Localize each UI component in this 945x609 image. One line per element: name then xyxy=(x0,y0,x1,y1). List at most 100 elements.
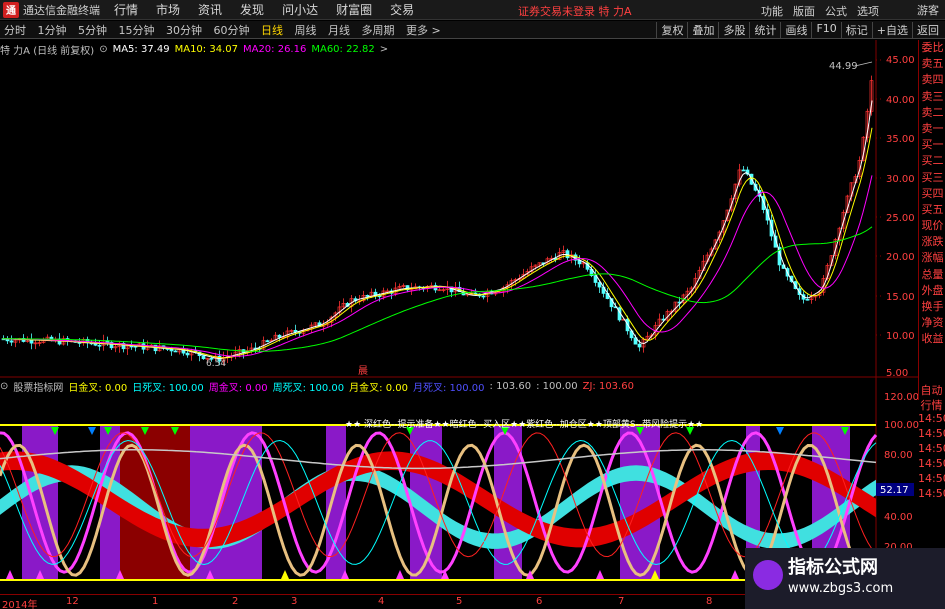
candlesticks xyxy=(1,75,874,366)
date-tick: 2014年 xyxy=(2,600,38,609)
candle-body xyxy=(185,352,190,356)
sidebar-item[interactable]: 卖二 xyxy=(919,105,945,121)
price-tick: 5.00 xyxy=(886,368,908,379)
candle-body xyxy=(805,298,810,301)
auto-quote-label[interactable]: 行情 xyxy=(918,397,945,412)
date-tick: 12 xyxy=(66,596,79,607)
site-watermark: 指标公式网 www.zbgs3.com xyxy=(745,548,945,609)
watermark-url: www.zbgs3.com xyxy=(788,581,894,596)
indicator-item: 周死叉: 100.00 xyxy=(272,382,345,394)
price-tick: 40.00 xyxy=(886,95,915,106)
date-tick: 4 xyxy=(378,596,385,607)
sidebar-item[interactable]: 卖三 xyxy=(919,89,945,105)
candle-body xyxy=(365,294,370,297)
candle-body xyxy=(637,343,642,348)
date-tick: 2 xyxy=(232,596,239,607)
ma10-line xyxy=(2,127,873,359)
candle-body xyxy=(265,340,270,343)
sidebar-item[interactable]: 涨跌 xyxy=(919,234,945,250)
chart-canvas[interactable]: 45.00 40.00 35.00 30.00 25.00 20.00 15.0… xyxy=(0,0,945,609)
indicator-item: : 100.00 xyxy=(536,380,578,392)
candle-body xyxy=(481,295,486,298)
ma-info-bar: 特 力A (日线 前复权) ⊙ MA5: 37.49 MA10: 34.07 M… xyxy=(0,42,393,57)
sidebar-item[interactable]: 总量 xyxy=(919,267,945,283)
sidebar-item[interactable]: 买四 xyxy=(919,186,945,202)
indicator-tick: 80.00 xyxy=(884,450,913,461)
sidebar-item[interactable]: 买三 xyxy=(919,170,945,186)
watermark-title: 指标公式网 xyxy=(788,557,878,578)
low-price-label: 6.54 xyxy=(206,359,226,369)
indicator-item: : 103.60 xyxy=(489,380,532,392)
price-tick: 35.00 xyxy=(886,134,915,145)
sidebar-item[interactable]: 买二 xyxy=(919,153,945,169)
date-tick: 5 xyxy=(456,596,463,607)
price-tick: 25.00 xyxy=(886,213,915,224)
price-axis: 45.00 40.00 35.00 30.00 25.00 20.00 15.0… xyxy=(886,55,915,379)
tick-time: 14:50 xyxy=(918,412,945,425)
ma20-value: MA20: 26.16 xyxy=(242,43,307,55)
sidebar-item[interactable]: 卖一 xyxy=(919,121,945,137)
auto-quote-label[interactable]: 自动 xyxy=(918,382,945,397)
expand-arrow-icon[interactable]: > xyxy=(380,44,388,55)
price-tick: 15.00 xyxy=(886,292,915,303)
indicator-settings-icon[interactable]: ⊙ xyxy=(0,381,8,392)
stock-name[interactable]: 特 力A (日线 前复权) xyxy=(0,42,94,57)
tick-time: 14:50 xyxy=(918,457,945,470)
candle-body xyxy=(97,344,102,347)
tick-time: 14:50 xyxy=(918,442,945,455)
high-price-label: 44.99 xyxy=(829,61,858,72)
indicator-item: 周金叉: 0.00 xyxy=(208,382,268,394)
candle-body xyxy=(9,340,14,343)
signal-triangle xyxy=(6,570,14,579)
event-marker: 晨 xyxy=(358,365,368,377)
sidebar-item[interactable]: 卖四 xyxy=(919,72,945,88)
indicator-item: 日死叉: 100.00 xyxy=(132,382,204,394)
candle-body xyxy=(741,169,746,172)
tick-sidebar: 自动 行情 14:50 14:50 14:50 14:50 14:50 14:5… xyxy=(918,382,945,502)
quote-sidebar: 委比 卖五 卖四 卖三 卖二 卖一 买一 买二 买三 买四 买五 现价 涨跌 涨… xyxy=(918,40,945,400)
indicator-name[interactable]: 股票指标网 xyxy=(13,379,63,394)
moving-averages xyxy=(1,100,873,359)
indicator-legend-text: ★★ 深红色--提示准备★★暗红色--买入区★★紫红色--加仓区★★顶部黄S--… xyxy=(345,418,703,430)
date-tick: 6 xyxy=(536,596,543,607)
date-tick: 3 xyxy=(291,596,298,607)
signal-triangle xyxy=(88,427,96,435)
date-tick: 8 xyxy=(706,596,713,607)
indicator-item: ZJ: 103.60 xyxy=(582,380,634,392)
ma5-line xyxy=(1,100,873,359)
indicator-tick: 120.00 xyxy=(884,392,919,403)
price-tick: 45.00 xyxy=(886,55,915,66)
signal-triangle xyxy=(776,427,784,435)
indicator-header: ⊙ 股票指标网 日金叉: 0.00 日死叉: 100.00 周金叉: 0.00 … xyxy=(0,379,639,394)
candle-body xyxy=(597,282,602,288)
sidebar-item[interactable]: 买一 xyxy=(919,137,945,153)
sidebar-item[interactable]: 换手 xyxy=(919,299,945,315)
sidebar-item[interactable]: 涨幅 xyxy=(919,250,945,266)
sidebar-item[interactable]: 收益 xyxy=(919,331,945,347)
sidebar-item[interactable]: 现价 xyxy=(919,218,945,234)
price-tick: 10.00 xyxy=(886,331,915,342)
ma5-value: MA5: 37.49 xyxy=(112,43,170,55)
indicator-item: 月死叉: 100.00 xyxy=(412,382,485,394)
price-gridlines xyxy=(876,59,882,336)
sidebar-item[interactable]: 买五 xyxy=(919,202,945,218)
sidebar-item[interactable]: 外盘 xyxy=(919,283,945,299)
ma10-value: MA10: 34.07 xyxy=(174,43,238,55)
sidebar-item[interactable]: 卖五 xyxy=(919,56,945,72)
sidebar-item[interactable]: 净资 xyxy=(919,315,945,331)
date-tick: 7 xyxy=(618,596,625,607)
tick-time: 14:50 xyxy=(918,472,945,485)
candle-body xyxy=(201,355,206,360)
indicator-tick: 40.00 xyxy=(884,512,913,523)
indicator-axis: 120.00 100.00 80.00 40.00 20.00 xyxy=(884,392,919,553)
indicator-tick: 100.00 xyxy=(884,420,919,431)
price-tick: 30.00 xyxy=(886,174,915,185)
sidebar-item[interactable]: 委比 xyxy=(919,40,945,56)
ma60-value: MA60: 22.82 xyxy=(311,43,375,55)
price-tick: 20.00 xyxy=(886,252,915,263)
signal-triangle xyxy=(396,570,404,579)
indicator-item: 日金叉: 0.00 xyxy=(68,382,128,394)
tick-time: 14:50 xyxy=(918,427,945,440)
ma-settings-icon[interactable]: ⊙ xyxy=(99,44,107,55)
tick-time: 14:50 xyxy=(918,487,945,500)
